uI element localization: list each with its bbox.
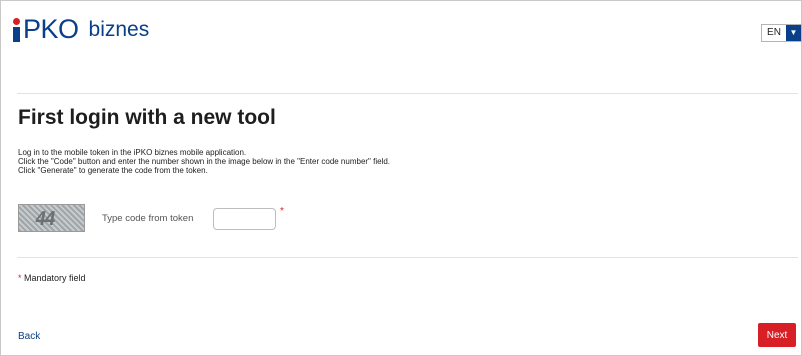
instruction-line: Click "Generate" to generate the code fr…	[18, 166, 208, 175]
page-title: First login with a new tool	[18, 106, 276, 129]
language-selector[interactable]: EN ▼	[761, 24, 802, 42]
required-marker: *	[280, 206, 284, 217]
form-divider	[17, 257, 798, 258]
instruction-line: Log in to the mobile token in the iPKO b…	[18, 148, 247, 157]
language-selected-value: EN	[767, 27, 781, 38]
chevron-down-icon[interactable]: ▼	[786, 25, 801, 41]
page-frame	[0, 0, 802, 356]
next-button[interactable]: Next	[758, 323, 796, 347]
captcha-digits: 44	[33, 208, 56, 230]
logo-pko-text: PKO	[23, 14, 79, 44]
logo-dot	[13, 18, 20, 25]
header-divider	[17, 93, 798, 94]
code-field-label: Type code from token	[102, 213, 194, 224]
logo-stem	[13, 27, 20, 42]
instructions: Log in to the mobile token in the iPKO b…	[18, 148, 390, 175]
logo-i-icon	[12, 18, 21, 42]
mandatory-marker: *	[18, 273, 22, 283]
back-link[interactable]: Back	[18, 331, 40, 342]
mandatory-note: * Mandatory field	[18, 273, 86, 283]
instruction-line: Click the "Code" button and enter the nu…	[18, 157, 391, 166]
mandatory-text: Mandatory field	[24, 273, 86, 283]
captcha-image: 44	[18, 204, 85, 232]
logo-product-text: biznes	[88, 18, 150, 41]
code-input[interactable]	[213, 208, 276, 230]
ipko-biznes-logo: PKO biznes	[12, 12, 150, 44]
